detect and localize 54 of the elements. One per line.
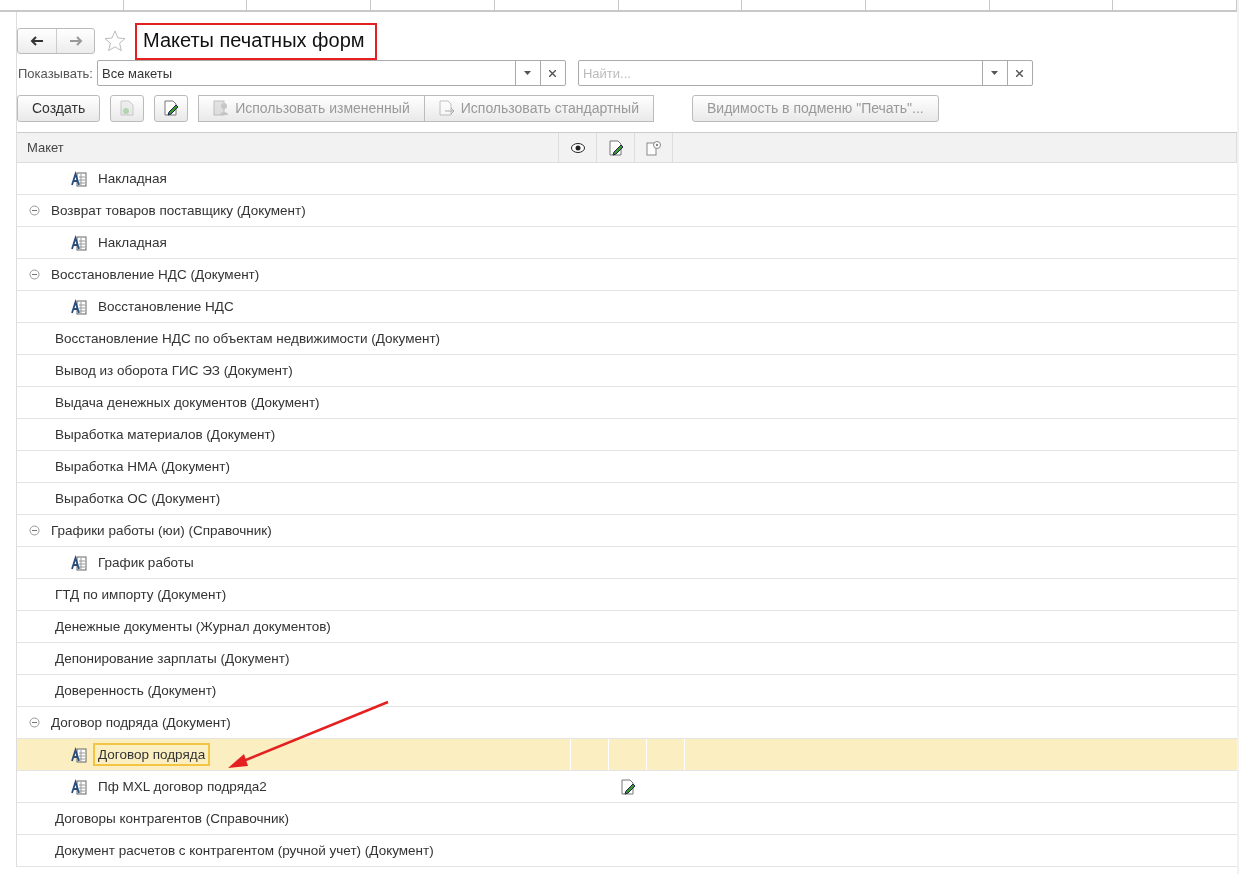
row-name: Документ расчетов с контрагентом (ручной учет) (Документ) [54, 842, 435, 860]
search-field[interactable]: Найти... [578, 60, 1033, 86]
row-name: Восстановление НДС [97, 298, 235, 316]
row-name: Договор подряда [93, 743, 211, 766]
star-icon[interactable] [103, 29, 127, 53]
back-arrow-icon [30, 36, 44, 46]
clear-icon [549, 69, 557, 77]
row-name: Возврат товаров поставщику (Документ) [50, 202, 307, 220]
create-button[interactable]: Создать [17, 94, 101, 122]
table-row[interactable]: Договор подряда [17, 739, 1237, 771]
template-icon [71, 170, 87, 187]
document-arrow-icon [438, 100, 455, 116]
row-name: Выдача денежных документов (Документ) [54, 394, 321, 412]
dropdown-icon [991, 71, 999, 75]
row-name: Накладная [97, 234, 168, 252]
row-name: Накладная [97, 170, 168, 188]
row-name: Договор подряда (Документ) [50, 714, 232, 732]
clear-icon [1016, 69, 1024, 77]
template-icon [71, 554, 87, 571]
row-name: ГТД по импорту (Документ) [54, 586, 228, 604]
row-name: Восстановление НДС по объектам недвижимости (Документ) [54, 330, 442, 348]
row-name: Выработка ОС (Документ) [54, 490, 222, 508]
forward-arrow-icon [68, 36, 83, 46]
filter-label: Показывать: [18, 65, 93, 81]
row-name: Доверенность (Документ) [54, 682, 218, 700]
user-document-icon [213, 100, 230, 116]
collapse-icon[interactable] [29, 205, 40, 216]
template-icon [71, 746, 87, 763]
template-icon [71, 778, 87, 795]
row-name: Выработка материалов (Документ) [54, 426, 277, 444]
row-name: График работы [97, 554, 195, 572]
collapse-icon[interactable] [29, 269, 40, 280]
edit-icon [619, 778, 636, 795]
document-add-icon [120, 100, 135, 116]
row-name: Договоры контрагентов (Справочник) [54, 810, 290, 828]
settings-icon [645, 139, 662, 156]
template-icon [71, 298, 87, 315]
eye-icon [570, 142, 585, 153]
collapse-icon[interactable] [29, 717, 40, 728]
collapse-icon[interactable] [29, 525, 40, 536]
edit-icon [163, 100, 180, 116]
template-icon [71, 234, 87, 251]
row-name: Выработка НМА (Документ) [54, 458, 231, 476]
filter-dropdown[interactable]: Все макеты [97, 60, 566, 86]
row-name: Пф MXL договор подряда2 [97, 778, 268, 796]
edit-icon [607, 139, 624, 156]
edit-button[interactable] [154, 94, 189, 122]
window-title: Макеты печатных форм [135, 22, 377, 60]
row-name: Графики работы (юи) (Справочник) [50, 522, 273, 540]
dropdown-icon [524, 71, 532, 75]
row-name: Денежные документы (Журнал документов) [54, 618, 332, 636]
row-name: Вывод из оборота ГИС ЭЗ (Документ) [54, 362, 294, 380]
row-name: Депонирование зарплаты (Документ) [54, 650, 291, 668]
row-name: Восстановление НДС (Документ) [50, 266, 261, 284]
